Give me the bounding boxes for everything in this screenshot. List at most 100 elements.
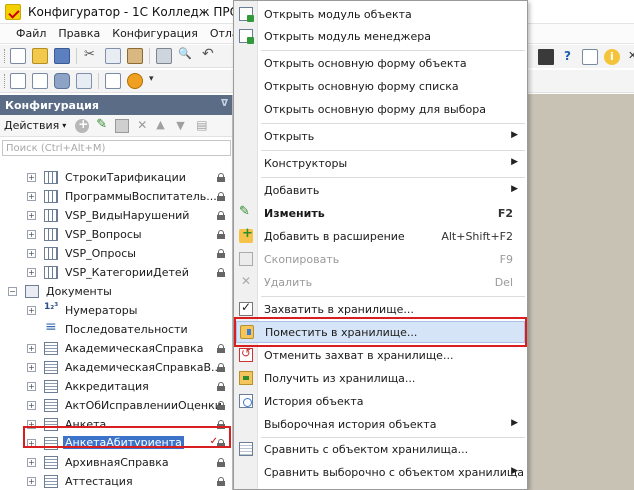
- edit-icon[interactable]: [95, 117, 109, 133]
- tree-row-label: Аккредитация: [65, 380, 149, 393]
- print-icon[interactable]: [156, 48, 172, 64]
- lock-icon: [217, 401, 225, 410]
- delete-icon[interactable]: [135, 118, 149, 133]
- expand-icon[interactable]: +: [27, 382, 36, 391]
- expand-icon[interactable]: +: [27, 230, 36, 239]
- tree-row[interactable]: Последовательности: [0, 319, 233, 339]
- menu-item-label: Сравнить выборочно с объектом хранилища: [264, 466, 524, 479]
- menu-item-add[interactable]: Добавить ▶: [234, 180, 527, 201]
- menu-item-delete[interactable]: Удалить Del: [234, 272, 527, 293]
- menu-item-selective-history[interactable]: Выборочная история объекта ▶: [234, 414, 527, 435]
- expand-icon[interactable]: +: [27, 173, 36, 182]
- tree-row[interactable]: + АкадемическаяСправкаВ...: [0, 358, 233, 377]
- pin-icon[interactable]: ᐁ: [221, 99, 228, 109]
- checkbox-check-icon: [239, 300, 253, 316]
- table-icon: [44, 171, 58, 184]
- tree-row[interactable]: + VSP_КатегорииДетей: [0, 263, 233, 282]
- help-icon[interactable]: [560, 49, 576, 65]
- paste-icon[interactable]: [127, 48, 143, 64]
- expand-icon[interactable]: +: [27, 477, 36, 486]
- find-icon[interactable]: [178, 47, 194, 64]
- copy-icon[interactable]: [105, 48, 121, 64]
- tree-row[interactable]: − Документы: [0, 282, 233, 301]
- tree-row[interactable]: + АрхивнаяСправка: [0, 453, 233, 472]
- save-icon[interactable]: [54, 48, 70, 64]
- expand-icon[interactable]: +: [27, 306, 36, 315]
- undo-icon[interactable]: [200, 46, 216, 64]
- extension-add-icon: [239, 226, 253, 243]
- graduation-cap-icon[interactable]: [538, 48, 554, 65]
- toolbar-grip[interactable]: [4, 74, 7, 88]
- toolbar-divider: [149, 48, 150, 64]
- config-tree-icon[interactable]: [10, 73, 26, 89]
- table-icon: [44, 209, 58, 222]
- menu-configuration[interactable]: Конфигурация: [106, 27, 204, 40]
- config-window-icon[interactable]: [32, 73, 48, 89]
- copy-icon[interactable]: [115, 118, 130, 133]
- menu-item-copy[interactable]: Скопировать F9: [234, 249, 527, 270]
- expand-icon[interactable]: +: [27, 401, 36, 410]
- cut-icon[interactable]: [83, 47, 99, 64]
- lock-icon: [217, 344, 225, 353]
- sequence-icon: [44, 319, 58, 336]
- menu-item-compare-with-storage[interactable]: Сравнить с объектом хранилища...: [234, 439, 527, 460]
- menu-edit[interactable]: Правка: [52, 27, 106, 40]
- search-input[interactable]: [2, 140, 231, 156]
- collapse-icon[interactable]: −: [8, 287, 17, 296]
- document-icon: [44, 456, 58, 469]
- expand-icon[interactable]: +: [27, 249, 36, 258]
- menu-item-open[interactable]: Открыть ▶: [234, 126, 527, 147]
- chevron-down-icon[interactable]: [149, 73, 155, 89]
- close-icon[interactable]: [626, 49, 634, 65]
- tree-row[interactable]: + ПрограммыВоспитатель...: [0, 187, 233, 206]
- start-debug-icon[interactable]: [127, 73, 143, 89]
- menu-item-add-to-extension[interactable]: Добавить в расширение Alt+Shift+F2: [234, 226, 527, 247]
- help-contents-icon[interactable]: [582, 48, 598, 65]
- more-icon[interactable]: [195, 118, 209, 133]
- menu-item-open-object-module[interactable]: Открыть модуль объекта: [234, 4, 527, 25]
- lock-icon: [217, 268, 225, 277]
- actions-menu-button[interactable]: Действия: [4, 119, 59, 132]
- toolbar-grip[interactable]: [4, 49, 7, 63]
- menu-item-edit[interactable]: Изменить F2: [234, 203, 527, 224]
- new-document-icon[interactable]: [10, 48, 26, 64]
- expand-icon[interactable]: +: [27, 268, 36, 277]
- menu-item-constructors[interactable]: Конструкторы ▶: [234, 153, 527, 174]
- menu-file[interactable]: Файл: [0, 27, 52, 40]
- documents-folder-icon: [25, 285, 39, 298]
- expand-icon[interactable]: +: [27, 192, 36, 201]
- tree-row[interactable]: + Аккредитация: [0, 377, 233, 396]
- move-up-icon[interactable]: [155, 118, 169, 133]
- add-icon[interactable]: [75, 117, 90, 133]
- expand-icon[interactable]: +: [27, 211, 36, 220]
- database-icon[interactable]: [54, 73, 70, 89]
- open-folder-icon[interactable]: [32, 48, 48, 64]
- tree-row[interactable]: + Аттестация: [0, 472, 233, 490]
- menu-item-label: Получить из хранилища...: [264, 372, 416, 385]
- menu-item-object-history[interactable]: История объекта: [234, 391, 527, 412]
- menu-item-open-manager-module[interactable]: Открыть модуль менеджера: [234, 26, 527, 47]
- tree-row[interactable]: + VSP_ВидыНарушений: [0, 206, 233, 225]
- tree-row[interactable]: + Нумераторы: [0, 301, 233, 320]
- lock-icon: [217, 382, 225, 391]
- menu-item-open-list-form[interactable]: Открыть основную форму списка: [234, 76, 527, 97]
- numerator-icon: [44, 302, 58, 317]
- tree-row[interactable]: + АктОбИсправленииОценки: [0, 396, 233, 415]
- expand-icon[interactable]: +: [27, 344, 36, 353]
- menu-item-cancel-capture[interactable]: Отменить захват в хранилище...: [234, 345, 527, 366]
- tree-row[interactable]: + VSP_Опросы: [0, 244, 233, 263]
- expand-icon[interactable]: +: [27, 458, 36, 467]
- chevron-down-icon[interactable]: ▾: [62, 121, 66, 130]
- menu-item-get-from-storage[interactable]: Получить из хранилища...: [234, 368, 527, 389]
- move-down-icon[interactable]: [175, 119, 189, 133]
- tree-row[interactable]: + VSP_Вопросы: [0, 225, 233, 244]
- menu-item-compare-selective[interactable]: Сравнить выборочно с объектом хранилища …: [234, 462, 527, 483]
- tree-row[interactable]: + СтрокиТарификации: [0, 168, 233, 187]
- menu-item-open-choice-form[interactable]: Открыть основную форму для выбора: [234, 99, 527, 120]
- expand-icon[interactable]: +: [27, 363, 36, 372]
- update-config-icon[interactable]: [76, 73, 92, 89]
- info-icon[interactable]: [604, 48, 620, 65]
- syntax-check-icon[interactable]: [105, 73, 121, 89]
- menu-item-open-object-form[interactable]: Открыть основную форму объекта: [234, 53, 527, 74]
- tree-row[interactable]: + АкадемическаяСправка: [0, 339, 233, 358]
